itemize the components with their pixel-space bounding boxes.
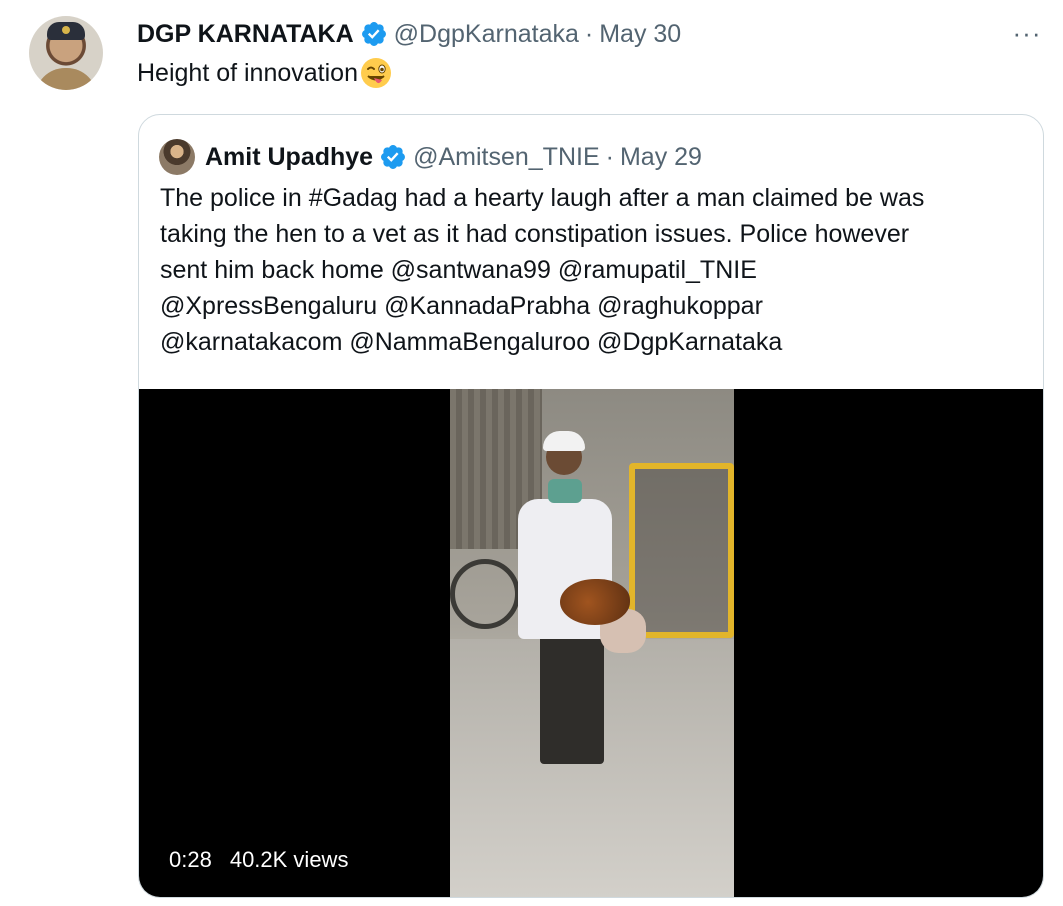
thumbnail-hen [560,579,630,625]
quoted-tweet-date: May 29 [619,142,702,171]
avatar-shoulders [35,68,97,90]
quoted-author-avatar [159,139,195,175]
tweet-text-content: Height of innovation [137,58,358,87]
thumbnail-cart-wheel [450,559,520,629]
quoted-tweet-header: Amit Upadhye @Amitsen_TNIE · May 29 [159,139,702,175]
winking-tongue-emoji-icon [360,57,392,89]
video-meta: 0:28 40.2K views [169,847,348,873]
video-duration: 0:28 [169,847,212,872]
avatar-cap [47,22,85,40]
separator-dot: · [605,142,614,171]
verified-badge-icon [379,143,407,171]
more-options-icon[interactable]: ··· [1009,18,1045,48]
thumbnail-man-legs [540,634,604,764]
quoted-tweet-card[interactable]: Amit Upadhye @Amitsen_TNIE · May 29 The … [138,114,1044,898]
quoted-author-name: Amit Upadhye [205,142,374,171]
quoted-author-handle: @Amitsen_TNIE [413,142,600,171]
verified-badge-icon [360,20,388,48]
quoted-text-line: sent him back home @santwana99 @ramupati… [160,256,757,284]
author-avatar[interactable] [29,16,103,90]
tweet-text: Height of innovation [137,57,392,89]
quoted-text-line: @XpressBengaluru @KannadaPrabha @raghuko… [160,292,763,320]
video-thumbnail [450,389,734,897]
author-handle[interactable]: @DgpKarnataka [394,20,579,49]
video-views: 40.2K views [229,847,349,872]
quoted-tweet-text: The police in #Gadag had a hearty laugh … [160,180,1030,360]
quoted-text-line: The police in #Gadag had a hearty laugh … [160,184,925,212]
quoted-text-line: taking the hen to a vet as it had consti… [160,220,910,248]
separator-dot: · [584,19,594,48]
thumbnail-gate [629,463,734,638]
video-player[interactable]: 0:28 40.2K views [139,389,1043,897]
thumbnail-man-cap [543,431,585,451]
author-name[interactable]: DGP KARNATAKA [137,20,354,49]
tweet-date[interactable]: May 30 [599,20,681,49]
tweet-header: DGP KARNATAKA @DgpKarnataka · May 30 [137,17,681,51]
thumbnail-man-mask [548,479,582,503]
quoted-text-line: @karnatakacom @NammaBengaluroo @DgpKarna… [160,328,783,356]
